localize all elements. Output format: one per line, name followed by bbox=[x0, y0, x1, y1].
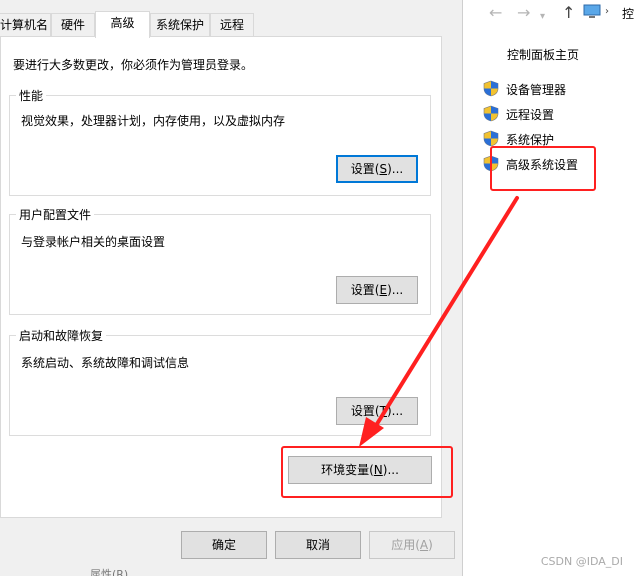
button-suffix: )... bbox=[382, 463, 399, 477]
apply-button[interactable]: 应用(A) bbox=[369, 531, 455, 559]
button-label: 设置( bbox=[350, 283, 380, 297]
control-panel-pane: ← → ▾ ↑ › 控 控制面板主页 设备管理器 远程设置 系统保护 高级系统设… bbox=[477, 0, 637, 576]
button-suffix: )... bbox=[387, 162, 404, 176]
ok-button[interactable]: 确定 bbox=[181, 531, 267, 559]
environment-variables-button[interactable]: 环境变量(N)... bbox=[288, 456, 432, 484]
link-label: 远程设置 bbox=[506, 108, 555, 122]
shield-icon bbox=[483, 155, 499, 172]
startup-recovery-settings-button[interactable]: 设置(T)... bbox=[336, 397, 418, 425]
performance-title: 性能 bbox=[16, 87, 47, 104]
shield-icon bbox=[483, 130, 499, 147]
partial-window-text: 属性(R) bbox=[90, 568, 129, 576]
startup-recovery-group: 启动和故障恢复 系统启动、系统故障和调试信息 设置(T)... bbox=[9, 327, 431, 436]
tab-remote[interactable]: 远程 bbox=[210, 13, 254, 37]
performance-desc: 视觉效果，处理器计划，内存使用，以及虚拟内存 bbox=[21, 114, 286, 128]
access-key: A bbox=[419, 538, 429, 552]
watermark: CSDN @IDA_DI bbox=[540, 555, 623, 568]
tab-computer-name[interactable]: 计算机名 bbox=[0, 13, 51, 37]
button-suffix: )... bbox=[387, 283, 404, 297]
tab-advanced[interactable]: 高级 bbox=[95, 11, 150, 38]
startup-recovery-title: 启动和故障恢复 bbox=[16, 327, 107, 344]
user-profiles-settings-button[interactable]: 设置(E)... bbox=[336, 276, 418, 304]
performance-settings-button[interactable]: 设置(S)... bbox=[336, 155, 418, 183]
forward-arrow-icon[interactable]: → bbox=[517, 4, 530, 22]
computer-icon bbox=[583, 4, 601, 18]
button-label: 设置( bbox=[350, 162, 380, 176]
access-key: T bbox=[379, 404, 387, 418]
access-key: N bbox=[373, 463, 383, 477]
button-suffix: ) bbox=[428, 538, 433, 552]
performance-group: 性能 视觉效果，处理器计划，内存使用，以及虚拟内存 设置(S)... bbox=[9, 87, 431, 196]
shield-icon bbox=[483, 80, 499, 97]
tab-system-protection[interactable]: 系统保护 bbox=[150, 13, 210, 37]
address-breadcrumb[interactable]: 控 bbox=[622, 5, 634, 22]
system-properties-dialog: 计算机名 硬件 高级 系统保护 远程 要进行大多数更改，你必须作为管理员登录。 … bbox=[0, 0, 463, 576]
button-label: 应用( bbox=[391, 538, 420, 552]
up-arrow-icon[interactable]: ↑ bbox=[562, 4, 575, 22]
cancel-button[interactable]: 取消 bbox=[275, 531, 361, 559]
control-panel-home-link[interactable]: 控制面板主页 bbox=[507, 46, 579, 63]
admin-notice: 要进行大多数更改，你必须作为管理员登录。 bbox=[13, 58, 254, 72]
user-profiles-title: 用户配置文件 bbox=[16, 206, 95, 223]
startup-recovery-desc: 系统启动、系统故障和调试信息 bbox=[21, 356, 190, 370]
user-profiles-desc: 与登录帐户相关的桌面设置 bbox=[21, 235, 166, 249]
access-key: E bbox=[379, 283, 388, 297]
link-label: 高级系统设置 bbox=[506, 158, 579, 172]
link-label: 系统保护 bbox=[506, 133, 555, 147]
tab-hardware[interactable]: 硬件 bbox=[51, 13, 95, 37]
user-profiles-group: 用户配置文件 与登录帐户相关的桌面设置 设置(E)... bbox=[9, 206, 431, 315]
link-label: 设备管理器 bbox=[506, 83, 567, 97]
button-label: 环境变量( bbox=[321, 463, 374, 477]
button-label: 设置( bbox=[350, 404, 380, 418]
shield-icon bbox=[483, 105, 499, 122]
tab-panel-advanced: 要进行大多数更改，你必须作为管理员登录。 性能 视觉效果，处理器计划，内存使用，… bbox=[0, 36, 442, 518]
back-arrow-icon[interactable]: ← bbox=[489, 4, 502, 22]
button-suffix: )... bbox=[386, 404, 404, 418]
breadcrumb-separator-icon: › bbox=[605, 6, 609, 17]
access-key: S bbox=[379, 162, 388, 176]
dropdown-chevron-icon[interactable]: ▾ bbox=[540, 8, 545, 26]
